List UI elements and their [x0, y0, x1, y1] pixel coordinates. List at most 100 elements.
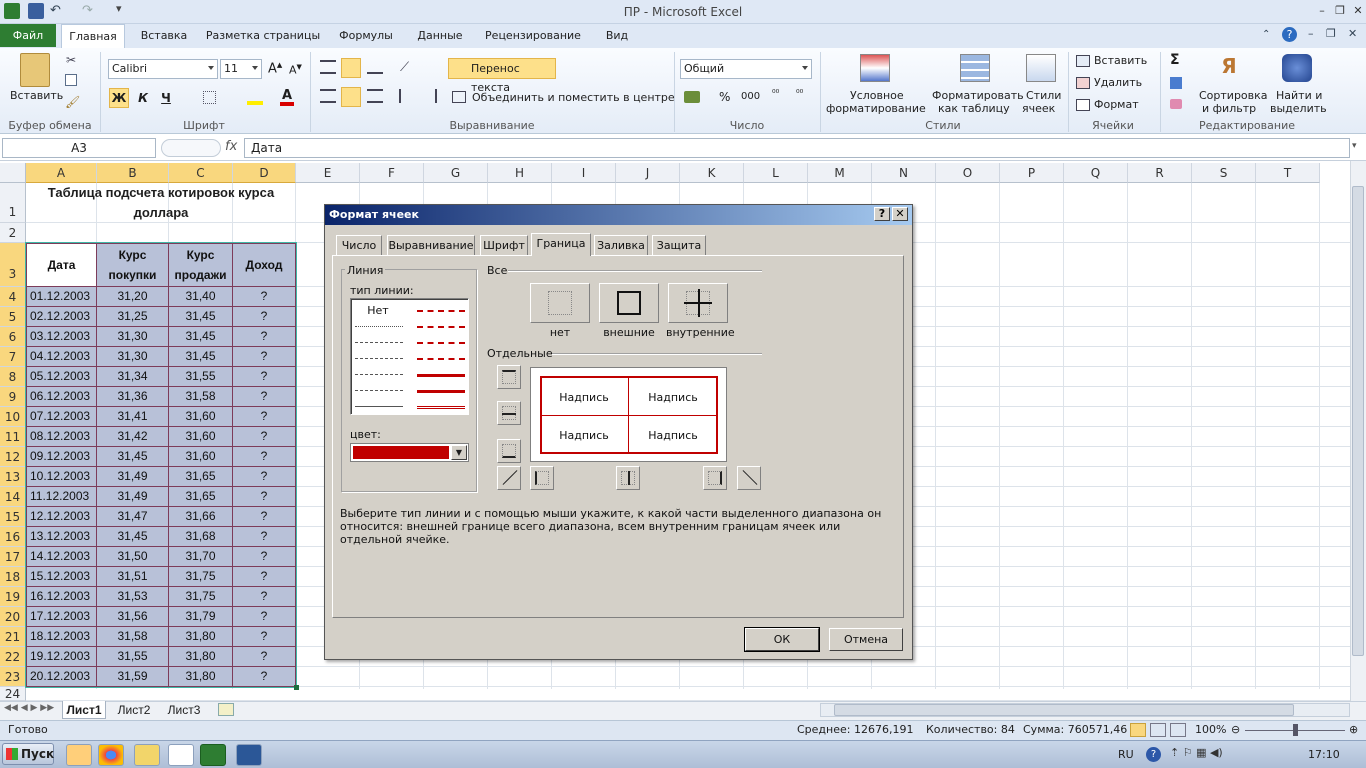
line-style-option[interactable] [355, 326, 403, 327]
dialog-tab-alignment[interactable]: Выравнивание [387, 235, 475, 255]
tab-review[interactable]: Рецензирование [480, 24, 586, 48]
paste-icon[interactable] [20, 53, 50, 87]
dialog-tab-fill[interactable]: Заливка [594, 235, 648, 255]
excel-taskbar-icon[interactable] [200, 744, 226, 766]
line-style-option[interactable] [417, 342, 465, 344]
sheet-tab-3[interactable]: Лист3 [162, 701, 206, 719]
cancel-button[interactable]: Отмена [829, 628, 903, 651]
cell-income[interactable]: ? [233, 407, 296, 427]
cell-date[interactable]: 09.12.2003 [26, 447, 97, 467]
decrease-indent-icon[interactable] [399, 89, 415, 103]
cell-income[interactable]: ? [233, 567, 296, 587]
cell-date[interactable]: 10.12.2003 [26, 467, 97, 487]
border-top-button[interactable] [497, 365, 521, 389]
row-header-19[interactable]: 19 [0, 587, 26, 607]
dialog-tab-font[interactable]: Шрифт [480, 235, 528, 255]
line-style-option[interactable] [417, 406, 465, 409]
row-header-17[interactable]: 17 [0, 547, 26, 567]
cell-date[interactable]: 11.12.2003 [26, 487, 97, 507]
border-left-button[interactable] [530, 466, 554, 490]
dialog-tab-border[interactable]: Граница [531, 233, 591, 256]
cell-buy[interactable]: 31,47 [97, 507, 169, 527]
cell-income[interactable]: ? [233, 667, 296, 687]
insert-cells-button[interactable]: Вставить [1094, 54, 1147, 67]
cell-income[interactable]: ? [233, 587, 296, 607]
cell-income[interactable]: ? [233, 547, 296, 567]
find-select-label-1[interactable]: Найти и [1276, 89, 1322, 102]
line-style-none[interactable]: Нет [366, 304, 390, 317]
column-header-m[interactable]: M [808, 163, 872, 183]
format-cells-icon[interactable] [1076, 99, 1090, 111]
row-header-12[interactable]: 12 [0, 447, 26, 467]
cell-buy[interactable]: 31,20 [97, 287, 169, 307]
formula-input[interactable]: Дата [244, 138, 1350, 158]
cell-sell[interactable]: 31,79 [169, 607, 233, 627]
column-header-q[interactable]: Q [1064, 163, 1128, 183]
cell-buy[interactable]: 31,49 [97, 467, 169, 487]
cell-sell[interactable]: 31,58 [169, 387, 233, 407]
align-left-icon[interactable] [320, 89, 336, 103]
align-right-icon[interactable] [367, 89, 383, 103]
row-header-23[interactable]: 23 [0, 667, 26, 687]
zoom-slider-thumb[interactable] [1293, 724, 1298, 736]
fill-handle[interactable] [294, 685, 299, 690]
row-header-9[interactable]: 9 [0, 387, 26, 407]
underline-button[interactable]: Ч [157, 89, 175, 107]
row-header-21[interactable]: 21 [0, 627, 26, 647]
cell-sell[interactable]: 31,40 [169, 287, 233, 307]
row-header-4[interactable]: 4 [0, 287, 26, 307]
line-style-option[interactable] [355, 406, 403, 407]
cell-date[interactable]: 02.12.2003 [26, 307, 97, 327]
notepad-icon[interactable] [168, 744, 194, 766]
cell-buy[interactable]: 31,45 [97, 527, 169, 547]
line-style-option[interactable] [417, 310, 465, 312]
minimize-icon[interactable]: – [1313, 3, 1331, 19]
increase-decimal-icon[interactable]: ⁰⁰ [772, 89, 779, 99]
cell-date[interactable]: 16.12.2003 [26, 587, 97, 607]
cell-sell[interactable]: 31,45 [169, 327, 233, 347]
tab-home[interactable]: Главная [61, 24, 125, 49]
column-header-i[interactable]: I [552, 163, 616, 183]
cell-date[interactable]: 12.12.2003 [26, 507, 97, 527]
expand-formula-bar-icon[interactable]: ▾ [1352, 141, 1357, 151]
column-header-p[interactable]: P [1000, 163, 1064, 183]
cell-sell[interactable]: 31,60 [169, 407, 233, 427]
dialog-tab-protection[interactable]: Защита [652, 235, 706, 255]
cell-sell[interactable]: 31,68 [169, 527, 233, 547]
cell-income[interactable]: ? [233, 287, 296, 307]
sheet-tab-1[interactable]: Лист1 [62, 701, 106, 719]
cell-buy[interactable]: 31,58 [97, 627, 169, 647]
align-bottom-icon[interactable] [367, 62, 383, 74]
delete-cells-button[interactable]: Удалить [1094, 76, 1142, 89]
zoom-level[interactable]: 100% [1195, 723, 1226, 736]
cell-income[interactable]: ? [233, 627, 296, 647]
sheet-title[interactable]: Таблица подсчета котировок курса доллара [26, 183, 296, 223]
cell-buy[interactable]: 31,49 [97, 487, 169, 507]
thousands-icon[interactable]: 000 [741, 91, 760, 102]
preset-inside-button[interactable] [668, 283, 728, 323]
format-as-table-label-1[interactable]: Форматировать [932, 89, 1024, 102]
row-header-24[interactable]: 24 [0, 687, 26, 701]
align-top-icon[interactable] [320, 60, 336, 74]
cell-buy[interactable]: 31,34 [97, 367, 169, 387]
conditional-format-label-2[interactable]: форматирование [826, 102, 926, 115]
tray-help-icon[interactable]: ? [1146, 747, 1161, 762]
row-header-1[interactable]: 1 [0, 183, 26, 223]
chrome-icon[interactable] [98, 744, 124, 766]
row-header-13[interactable]: 13 [0, 467, 26, 487]
cell-buy[interactable]: 31,41 [97, 407, 169, 427]
cell-income[interactable]: ? [233, 387, 296, 407]
column-header-c[interactable]: C [169, 163, 233, 183]
row-header-11[interactable]: 11 [0, 427, 26, 447]
cell-date[interactable]: 13.12.2003 [26, 527, 97, 547]
row-header-18[interactable]: 18 [0, 567, 26, 587]
border-bottom-button[interactable] [497, 439, 521, 463]
cell-date[interactable]: 08.12.2003 [26, 427, 97, 447]
line-style-option[interactable] [355, 342, 403, 343]
align-center-icon[interactable] [341, 87, 361, 107]
cell-sell[interactable]: 31,80 [169, 647, 233, 667]
cell-income[interactable]: ? [233, 307, 296, 327]
format-cells-button[interactable]: Формат [1094, 98, 1139, 111]
select-all-corner[interactable] [0, 163, 26, 183]
cut-icon[interactable]: ✂ [66, 53, 76, 67]
